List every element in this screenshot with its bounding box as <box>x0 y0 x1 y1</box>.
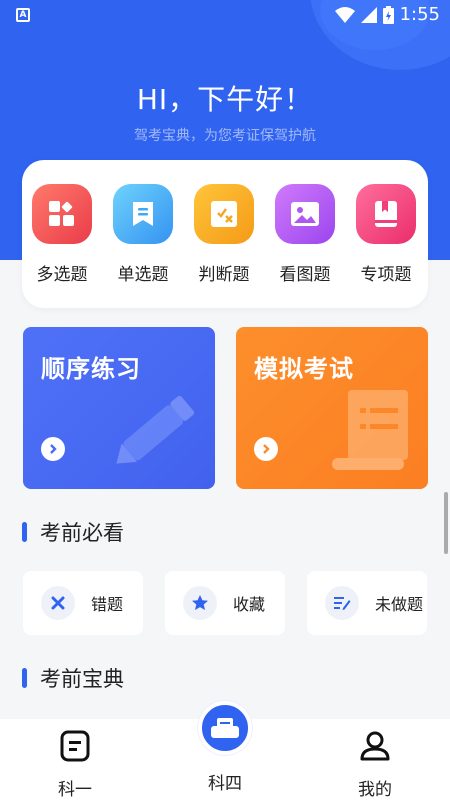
grid-icon <box>32 184 92 244</box>
scrollbar[interactable] <box>444 492 448 554</box>
scroll-paper-icon <box>332 390 408 470</box>
app-notification-icon: A <box>16 8 30 22</box>
signal-icon <box>360 6 377 23</box>
undone-questions-button[interactable]: 未做题 <box>307 571 427 635</box>
chevron-right-icon <box>41 437 65 461</box>
star-icon <box>183 586 217 620</box>
question-category-card: 多选题 单选题 判断题 看图题 专项题 <box>22 160 428 308</box>
percent-icon <box>194 184 254 244</box>
bookmark-icon <box>113 184 173 244</box>
tab-mine[interactable]: 我的 <box>325 729 425 800</box>
tab-subject-one[interactable]: 科一 <box>25 729 125 800</box>
favorites-button[interactable]: 收藏 <box>165 571 285 635</box>
must-see-label: 收藏 <box>233 595 266 614</box>
tab-label[interactable]: 科四 <box>175 769 275 794</box>
battery-icon <box>382 5 394 24</box>
status-bar: A 1:55 <box>0 0 450 32</box>
exam-paper-icon <box>211 718 239 738</box>
handbook-section-title: 考前宝典 <box>22 663 124 693</box>
chevron-right-icon <box>254 437 278 461</box>
category-label: 多选题 <box>36 265 88 285</box>
tab-subject-four-button[interactable] <box>198 701 252 755</box>
tab-label: 科一 <box>58 780 92 800</box>
category-picture[interactable]: 看图题 <box>265 184 345 285</box>
category-multi-choice[interactable]: 多选题 <box>22 184 102 285</box>
x-icon <box>41 586 75 620</box>
sequential-practice-title: 顺序练习 <box>41 355 141 383</box>
category-label: 单选题 <box>117 265 169 285</box>
user-icon <box>360 731 390 761</box>
category-special[interactable]: 专项题 <box>346 184 426 285</box>
category-label: 看图题 <box>279 265 331 285</box>
must-see-label: 错题 <box>91 595 124 614</box>
must-see-section-title: 考前必看 <box>22 517 124 547</box>
document-icon <box>60 730 90 762</box>
category-single-choice[interactable]: 单选题 <box>103 184 183 285</box>
pencil-icon <box>116 395 195 464</box>
edit-list-icon <box>325 586 359 620</box>
sequential-practice-card[interactable]: 顺序练习 <box>23 327 215 489</box>
category-label: 专项题 <box>360 265 412 285</box>
category-true-false[interactable]: 判断题 <box>184 184 264 285</box>
mock-exam-title: 模拟考试 <box>254 355 354 383</box>
image-icon <box>275 184 335 244</box>
wrong-questions-button[interactable]: 错题 <box>23 571 143 635</box>
bottom-tab-bar: 科一 科四 我的 <box>0 701 450 800</box>
category-label: 判断题 <box>198 265 250 285</box>
status-time: 1:55 <box>399 4 440 25</box>
mock-exam-card[interactable]: 模拟考试 <box>236 327 428 489</box>
greeting-title: HI，下午好！ <box>136 83 314 116</box>
wifi-icon <box>334 6 355 23</box>
tab-label: 我的 <box>358 780 392 800</box>
greeting-subtitle: 驾考宝典，为您考证保驾护航 <box>134 128 316 144</box>
must-see-label: 未做题 <box>375 595 424 614</box>
book-icon <box>356 184 416 244</box>
